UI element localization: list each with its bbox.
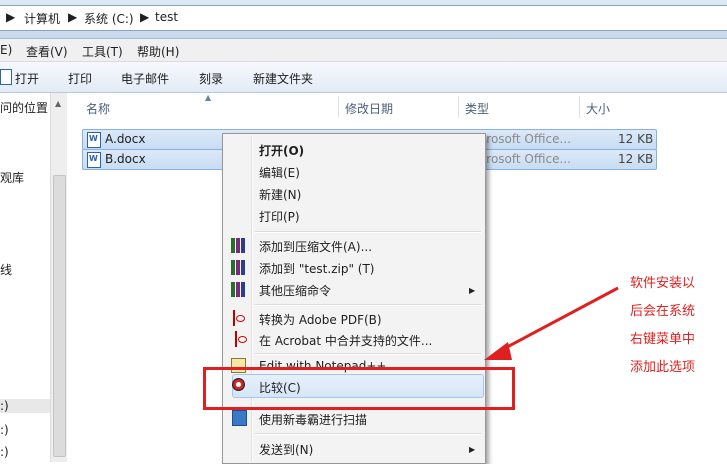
breadcrumb-folder[interactable]: test <box>155 10 178 24</box>
menu-item-to-pdf[interactable]: 转换为 Adobe PDF(B) <box>259 311 382 328</box>
menu-separator <box>255 433 481 435</box>
nav-item-library[interactable]: 观库 <box>0 169 24 186</box>
menu-separator <box>255 353 481 355</box>
menu-item-edit[interactable]: 编辑(E) <box>259 164 300 181</box>
nav-item-drive[interactable]: :) <box>0 445 9 459</box>
menu-gutter <box>251 136 253 461</box>
column-name[interactable]: 名称 <box>86 100 110 117</box>
new-folder-button[interactable]: 新建文件夹 <box>253 70 313 87</box>
breadcrumb[interactable]: ▶ 计算机 ▶ 系统 (C:) ▶ test <box>0 5 727 31</box>
file-size: 12 KB <box>618 152 654 166</box>
breadcrumb-drive[interactable]: 系统 (C:) <box>84 10 134 27</box>
annotation-line: 后会在系统 <box>630 304 696 319</box>
menu-edit[interactable]: E) <box>0 43 12 57</box>
menu-item-print[interactable]: 打印(P) <box>259 208 300 225</box>
antivirus-icon <box>232 410 247 426</box>
open-button[interactable]: 打开 <box>15 70 39 87</box>
menu-item-add-zip[interactable]: 添加到 "test.zip" (T) <box>259 260 374 277</box>
column-type[interactable]: 类型 <box>465 100 489 117</box>
menu-bar: E) 查看(V) 工具(T) 帮助(H) <box>0 39 727 62</box>
breadcrumb-sep: ▶ <box>68 10 78 24</box>
highlight-box <box>203 367 515 410</box>
column-divider[interactable] <box>579 96 580 118</box>
menu-item-acrobat-merge[interactable]: 在 Acrobat 中合并支持的文件... <box>259 332 432 349</box>
menu-item-scan[interactable]: 使用新毒霸进行扫描 <box>259 411 367 428</box>
menu-item-add-archive[interactable]: 添加到压缩文件(A)... <box>259 238 372 255</box>
menu-item-send-to[interactable]: 发送到(N) <box>259 441 313 458</box>
winrar-icon <box>231 238 246 253</box>
word-doc-icon <box>87 152 101 168</box>
annotation-line: 软件安装以 <box>630 276 696 291</box>
menu-tools[interactable]: 工具(T) <box>82 43 123 60</box>
menu-separator <box>255 231 481 233</box>
breadcrumb-sep: ▶ <box>140 10 150 24</box>
winrar-icon <box>231 282 246 297</box>
pdf-icon <box>233 310 235 326</box>
nav-item-recent[interactable]: 问的位置 <box>0 99 48 116</box>
context-menu: 打开(O) 编辑(E) 新建(N) 打印(P) 添加到压缩文件(A)... 添加… <box>222 133 486 464</box>
print-button[interactable]: 打印 <box>68 70 92 87</box>
file-size: 12 KB <box>618 132 654 146</box>
scroll-thumb[interactable] <box>53 175 66 457</box>
menu-help[interactable]: 帮助(H) <box>137 43 179 60</box>
menu-item-new[interactable]: 新建(N) <box>259 186 301 203</box>
menu-view[interactable]: 查看(V) <box>26 43 68 60</box>
email-button[interactable]: 电子邮件 <box>121 70 169 87</box>
watermark-fade <box>690 330 727 462</box>
word-icon <box>0 69 12 85</box>
nav-item-drive[interactable]: :) <box>0 423 9 437</box>
menu-separator <box>255 304 481 306</box>
address-bar: ▶ 计算机 ▶ 系统 (C:) ▶ test <box>0 0 727 39</box>
word-doc-icon <box>87 132 101 148</box>
breadcrumb-computer[interactable]: 计算机 <box>24 10 60 27</box>
breadcrumb-sep: ▶ <box>6 10 16 24</box>
pdf-icon <box>235 331 237 347</box>
column-modified[interactable]: 修改日期 <box>345 100 393 117</box>
toolbar: 打开 打印 电子邮件 刻录 新建文件夹 <box>0 62 727 93</box>
nav-item-drive-selected[interactable]: :) <box>0 399 50 413</box>
file-name: B.docx <box>105 152 146 166</box>
submenu-arrow-icon: ▶ <box>469 445 476 454</box>
file-name: A.docx <box>105 132 146 146</box>
nav-scrollbar[interactable]: ▲ <box>50 93 67 462</box>
menu-item-open[interactable]: 打开(O) <box>259 142 304 159</box>
winrar-icon <box>231 260 246 275</box>
annotation-arrow <box>484 286 619 360</box>
scroll-up-icon[interactable]: ▲ <box>55 99 61 108</box>
burn-button[interactable]: 刻录 <box>199 70 223 87</box>
sort-up-icon: ▲ <box>205 93 212 102</box>
column-size[interactable]: 大小 <box>586 100 610 117</box>
column-divider[interactable] <box>458 96 459 118</box>
nav-item-partial[interactable]: 线 <box>0 261 12 278</box>
column-divider[interactable] <box>338 96 339 118</box>
menu-item-other-compress[interactable]: 其他压缩命令 <box>259 282 331 299</box>
